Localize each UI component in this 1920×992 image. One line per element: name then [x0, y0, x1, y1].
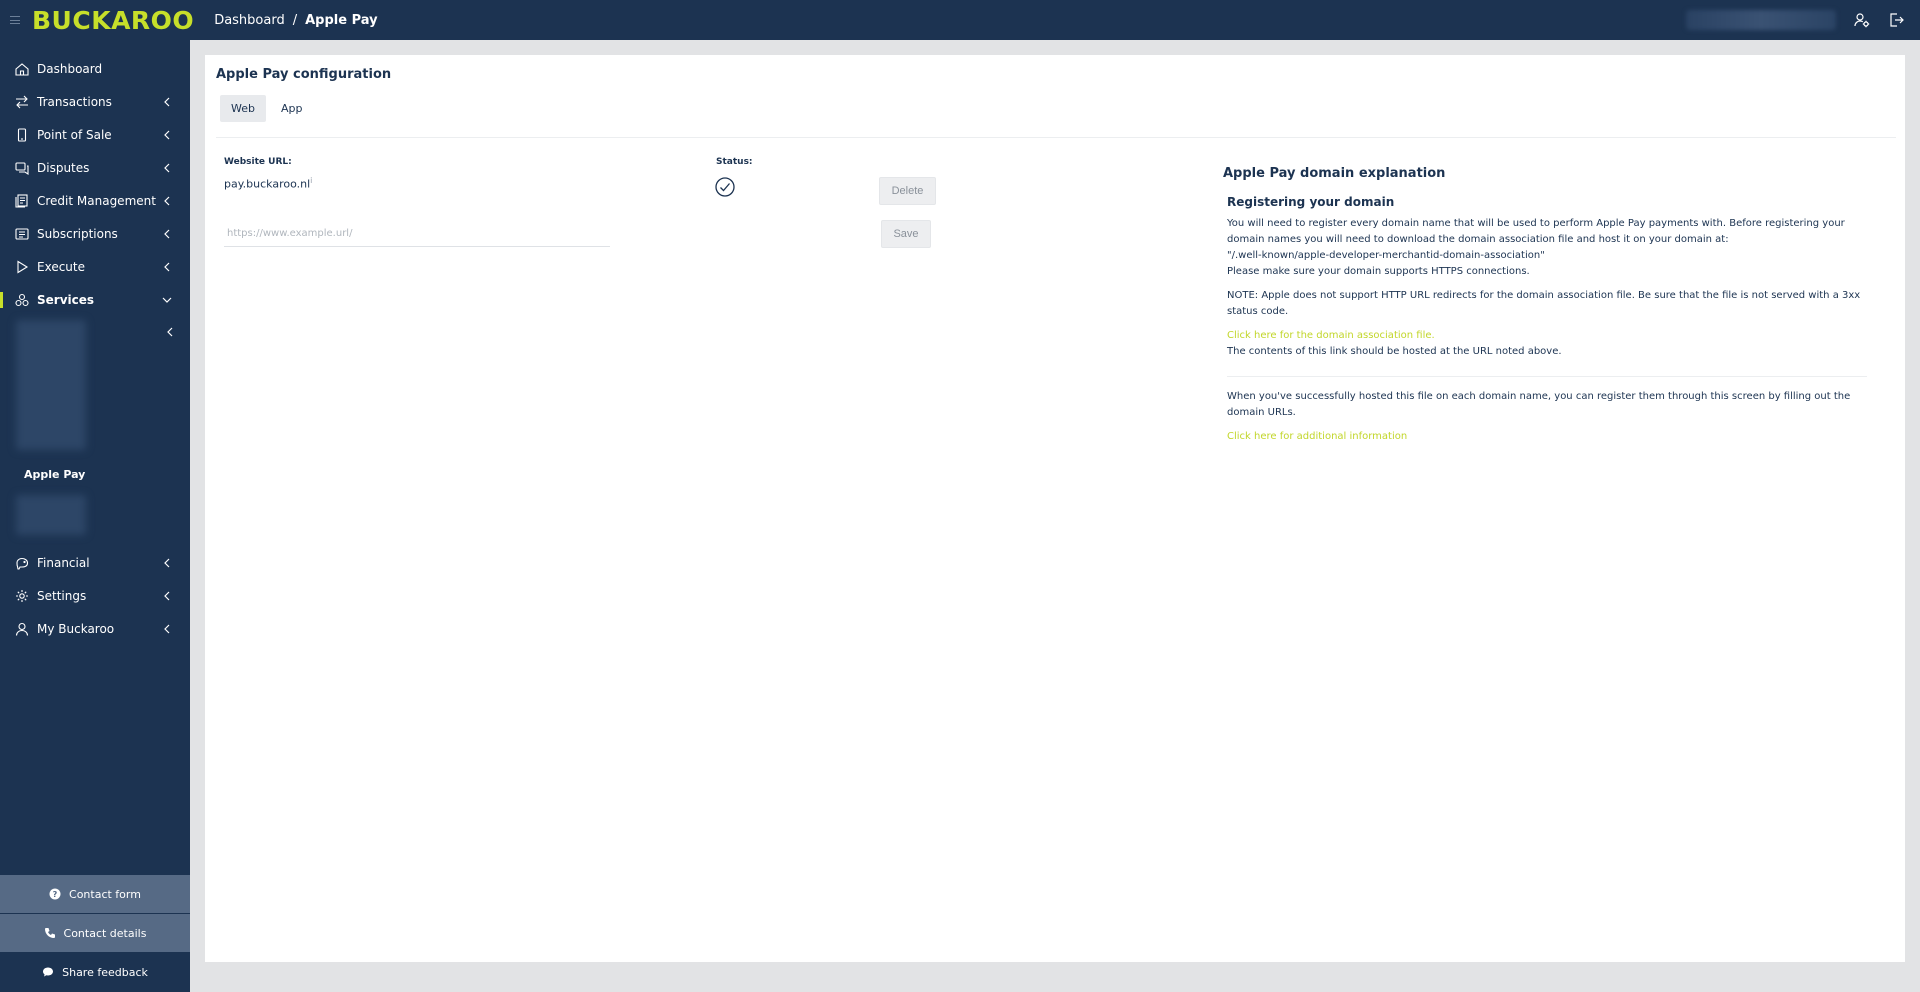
hamburger-menu-icon[interactable]	[10, 16, 20, 24]
explanation-path: "/.well-known/apple-developer-merchantid…	[1227, 250, 1545, 261]
contact-details-label: Contact details	[63, 926, 147, 940]
share-feedback-label: Share feedback	[62, 965, 148, 979]
explanation-paragraph: You will need to register every domain n…	[1227, 218, 1845, 245]
sidebar-item-credit-management[interactable]: Credit Management	[0, 186, 190, 216]
home-icon	[14, 61, 30, 77]
sidebar-item-disputes[interactable]: Disputes	[0, 153, 190, 183]
sidebar-item-label: My Buckaroo	[37, 622, 115, 636]
tab-app[interactable]: App	[270, 95, 314, 122]
sidebar-item-transactions[interactable]: Transactions	[0, 87, 190, 117]
breadcrumb: Dashboard / Apple Pay	[214, 13, 377, 28]
explanation-subtitle: Registering your domain	[1227, 195, 1395, 209]
sidebar-item-point-of-sale[interactable]: Point of Sale	[0, 120, 190, 150]
main-panel: Apple Pay configuration Web App Website …	[205, 55, 1905, 962]
chevron-left-icon	[160, 128, 174, 142]
explanation-redirect-note: NOTE: Apple does not support HTTP URL re…	[1227, 290, 1861, 317]
tab-divider	[216, 137, 1896, 138]
contact-details-button[interactable]: Contact details	[0, 914, 190, 952]
account-selector[interactable]	[1686, 10, 1836, 30]
user-settings-icon[interactable]	[1852, 10, 1872, 30]
domain-association-caption: The contents of this link should be host…	[1227, 346, 1562, 357]
sidebar-item-label: Services	[37, 293, 95, 307]
additional-information-link[interactable]: Click here for additional information	[1227, 429, 1883, 445]
documents-icon	[14, 193, 30, 209]
sidebar-item-financial[interactable]: Financial	[0, 548, 190, 578]
top-bar: BUCKAROO Dashboard / Apple Pay	[0, 0, 1920, 40]
sidebar-item-settings[interactable]: Settings	[0, 581, 190, 611]
status-label: Status:	[716, 157, 753, 167]
sidebar-item-label: Disputes	[37, 161, 90, 175]
website-url-label: Website URL:	[224, 157, 292, 167]
sidebar-item-subscriptions[interactable]: Subscriptions	[0, 219, 190, 249]
buckaroo-logo[interactable]: BUCKAROO	[32, 6, 194, 35]
mobile-device-icon	[14, 127, 30, 143]
chevron-left-icon	[160, 95, 174, 109]
phone-icon	[44, 927, 56, 939]
sidebar-item-dashboard[interactable]: Dashboard	[0, 54, 190, 84]
chevron-left-icon	[160, 161, 174, 175]
breadcrumb-separator: /	[292, 12, 298, 28]
svg-text:?: ?	[53, 890, 58, 899]
play-icon	[14, 259, 30, 275]
contact-form-button[interactable]: ? Contact form	[0, 875, 190, 913]
chat-bubble-icon	[42, 966, 54, 978]
subscription-list-icon	[14, 226, 30, 242]
breadcrumb-current: Apple Pay	[305, 12, 378, 28]
sidebar-item-services[interactable]: Services	[0, 285, 190, 315]
chat-bubbles-icon	[14, 160, 30, 176]
sidebar-item-label: Execute	[37, 260, 85, 274]
explanation-https-note: Please make sure your domain supports HT…	[1227, 266, 1530, 277]
sidebar-subitem-apple-pay[interactable]: Apple Pay	[24, 468, 85, 481]
sidebar: Dashboard Transactions Point of Sale Dis…	[0, 40, 190, 992]
active-indicator	[0, 292, 3, 308]
share-feedback-button[interactable]: Share feedback	[0, 953, 190, 991]
chevron-down-icon	[160, 293, 174, 307]
services-submenu-blurred	[16, 320, 86, 450]
chevron-left-icon	[160, 622, 174, 636]
collapse-submenu-chevron-icon[interactable]	[166, 322, 180, 337]
tab-web[interactable]: Web	[220, 95, 266, 122]
sidebar-item-label: Settings	[37, 589, 87, 603]
explanation-divider	[1227, 376, 1867, 377]
sidebar-item-my-buckaroo[interactable]: My Buckaroo	[0, 614, 190, 644]
website-url-text: pay.buckaroo.nl	[224, 177, 311, 191]
chevron-left-icon	[160, 194, 174, 208]
services-submenu-blurred	[16, 495, 86, 535]
services-icon	[14, 292, 30, 308]
user-icon	[14, 621, 30, 637]
check-circle-icon	[715, 177, 735, 197]
domain-association-file-link[interactable]: Click here for the domain association fi…	[1227, 328, 1883, 344]
question-circle-icon: ?	[49, 888, 61, 900]
chevron-left-icon	[160, 260, 174, 274]
page-title: Apple Pay configuration	[216, 67, 392, 82]
explanation-register-paragraph: When you've successfully hosted this fil…	[1227, 391, 1851, 418]
info-icon[interactable]: i	[310, 176, 312, 185]
breadcrumb-dashboard-link[interactable]: Dashboard	[214, 13, 285, 28]
tab-bar: Web App	[220, 95, 313, 122]
sidebar-item-label: Dashboard	[37, 62, 103, 76]
chevron-left-icon	[160, 556, 174, 570]
gear-icon	[14, 588, 30, 604]
sidebar-item-label: Financial	[37, 556, 90, 570]
save-button[interactable]: Save	[881, 220, 931, 248]
sidebar-item-label: Transactions	[37, 95, 112, 109]
chevron-left-icon	[160, 227, 174, 241]
sidebar-item-label: Point of Sale	[37, 128, 112, 142]
explanation-title: Apple Pay domain explanation	[1223, 166, 1446, 181]
contact-form-label: Contact form	[69, 887, 141, 901]
explanation-section: Apple Pay domain explanation Registering…	[1223, 166, 1883, 445]
website-url-value: pay.buckaroo.nli	[224, 176, 312, 191]
sidebar-item-execute[interactable]: Execute	[0, 252, 190, 282]
delete-button[interactable]: Delete	[879, 177, 936, 205]
piggy-bank-icon	[14, 555, 30, 571]
logout-icon[interactable]	[1886, 10, 1906, 30]
chevron-left-icon	[160, 589, 174, 603]
sidebar-item-label: Credit Management	[37, 194, 156, 208]
transfer-arrows-icon	[14, 94, 30, 110]
website-url-input[interactable]	[224, 221, 610, 247]
sidebar-item-label: Subscriptions	[37, 227, 118, 241]
